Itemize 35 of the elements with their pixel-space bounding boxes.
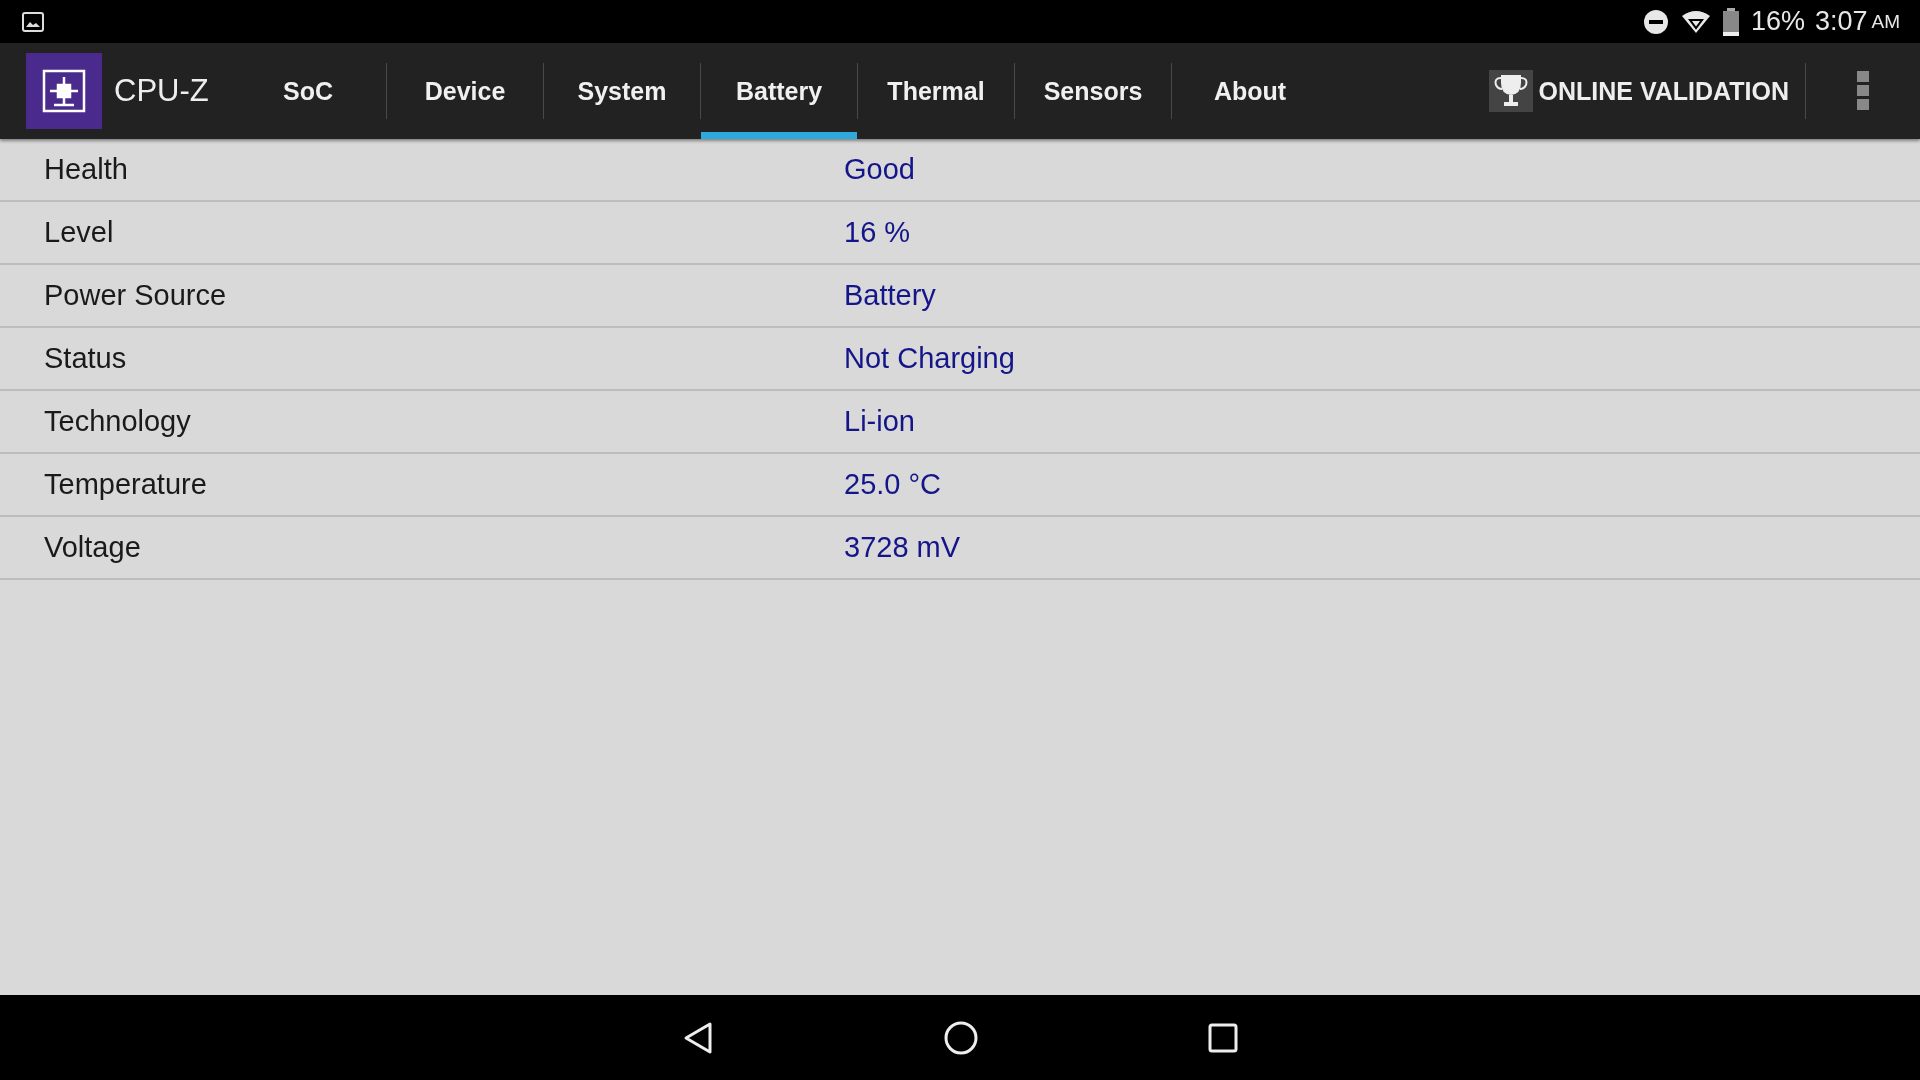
tab[interactable]: Device xyxy=(387,43,543,139)
property-label: Power Source xyxy=(44,279,228,312)
battery-percentage: 16% xyxy=(1750,6,1805,37)
property-value: 25.0 °C xyxy=(844,468,942,501)
trophy-icon xyxy=(1488,70,1533,112)
property-label: Status xyxy=(44,342,128,375)
property-label: Health xyxy=(44,153,129,186)
property-label: Level xyxy=(44,216,115,249)
app-title: CPU-Z xyxy=(114,73,210,109)
battery-icon xyxy=(1722,7,1739,36)
property-label: Voltage xyxy=(44,531,142,564)
tab[interactable]: Sensors xyxy=(1015,43,1171,139)
recent-apps-icon[interactable] xyxy=(1208,1022,1238,1053)
do-not-disturb-icon xyxy=(1642,8,1669,35)
tab[interactable]: Battery xyxy=(701,43,857,139)
property-value: Not Charging xyxy=(844,342,1015,375)
property-label: Temperature xyxy=(44,468,208,501)
property-value: Good xyxy=(844,153,915,186)
clock-meridiem: AM xyxy=(1871,10,1900,33)
clock-time: 3:07 xyxy=(1814,6,1868,37)
property-label: Technology xyxy=(44,405,192,438)
property-value: 16 % xyxy=(844,216,911,249)
chip-logo-icon xyxy=(26,53,102,129)
tab[interactable]: System xyxy=(544,43,700,139)
home-icon[interactable] xyxy=(944,1020,978,1055)
property-value: Battery xyxy=(844,279,936,312)
tab[interactable]: SoC xyxy=(230,43,386,139)
property-value: 3728 mV xyxy=(844,531,961,564)
back-icon[interactable] xyxy=(682,1020,714,1055)
tab[interactable]: About xyxy=(1172,43,1328,139)
tab[interactable]: Thermal xyxy=(858,43,1014,139)
image-icon xyxy=(22,11,44,32)
online-validation-button[interactable]: ONLINE VALIDATION xyxy=(1488,70,1789,112)
property-value: Li-ion xyxy=(844,405,915,438)
wifi-icon xyxy=(1680,9,1711,34)
